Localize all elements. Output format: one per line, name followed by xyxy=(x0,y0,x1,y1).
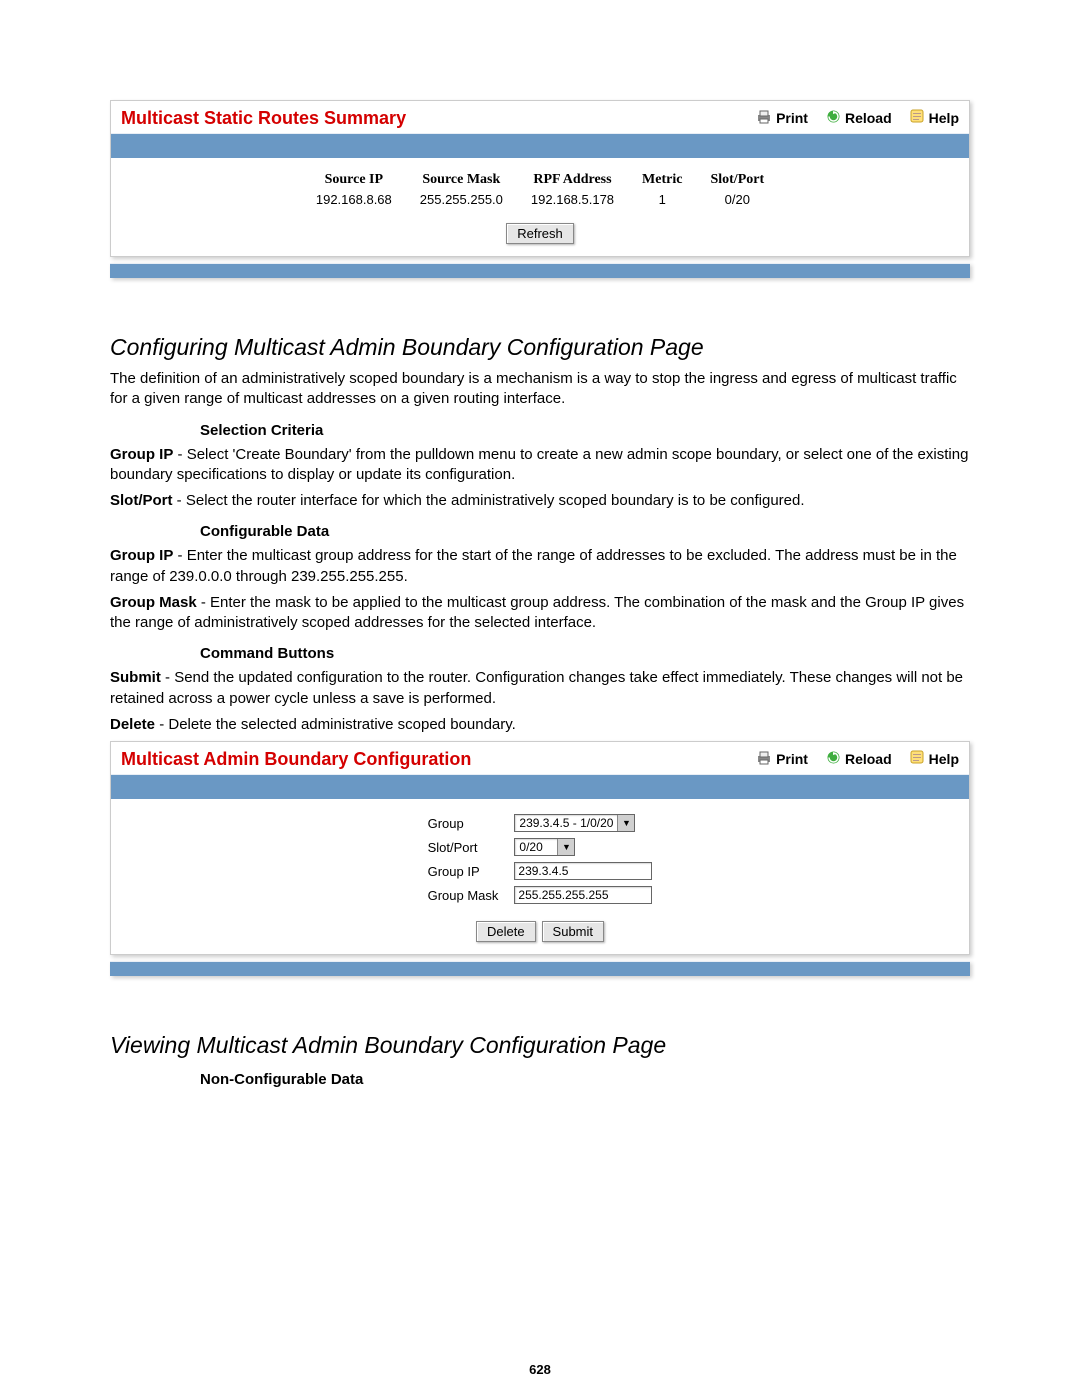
panel-titlebar: Multicast Admin Boundary Configuration P… xyxy=(111,742,969,774)
accent-bar xyxy=(111,133,969,158)
page-number: 628 xyxy=(0,1362,1080,1377)
desc-submit: Send the updated configuration to the ro… xyxy=(110,669,963,706)
label-slotport: Slot/Port xyxy=(420,835,507,859)
col-slot-port: Slot/Port xyxy=(696,170,778,190)
submit-button[interactable]: Submit xyxy=(542,921,604,942)
chevron-down-icon: ▼ xyxy=(617,815,634,831)
panel-title: Multicast Admin Boundary Configuration xyxy=(121,749,738,770)
help-label: Help xyxy=(929,751,959,767)
slotport-select[interactable]: 0/20 ▼ xyxy=(514,838,575,856)
term-group-ip: Group IP xyxy=(110,446,173,463)
panel-titlebar: Multicast Static Routes Summary Print Re… xyxy=(111,101,969,133)
section-heading: Viewing Multicast Admin Boundary Configu… xyxy=(110,1032,970,1059)
subhead-nonconfigurable-data: Non-Configurable Data xyxy=(200,1071,970,1088)
col-metric: Metric xyxy=(628,170,696,190)
accent-bar-bottom xyxy=(110,961,970,976)
col-source-ip: Source IP xyxy=(302,170,406,190)
item-groupip-cfg: Group IP - Enter the multicast group add… xyxy=(110,546,970,587)
reload-icon xyxy=(826,750,841,768)
term-group-mask: Group Mask xyxy=(110,594,197,611)
panel-body: Group 239.3.4.5 - 1/0/20 ▼ Slot/Port 0/2… xyxy=(111,799,969,954)
item-groupip-sel: Group IP - Select 'Create Boundary' from… xyxy=(110,445,970,486)
panel-body: Source IP Source Mask RPF Address Metric… xyxy=(111,158,969,256)
cell-rpf-address: 192.168.5.178 xyxy=(517,190,628,209)
print-icon xyxy=(756,110,772,127)
slotport-select-value: 0/20 xyxy=(515,839,557,855)
cell-slot-port: 0/20 xyxy=(696,190,778,209)
table-row: 192.168.8.68 255.255.255.0 192.168.5.178… xyxy=(302,190,778,209)
print-label: Print xyxy=(776,751,808,767)
item-delete: Delete - Delete the selected administrat… xyxy=(110,715,970,735)
item-submit: Submit - Send the updated configuration … xyxy=(110,668,970,709)
cell-source-mask: 255.255.255.0 xyxy=(406,190,517,209)
label-group: Group xyxy=(420,811,507,835)
help-icon xyxy=(910,109,925,127)
chevron-down-icon: ▼ xyxy=(557,839,574,855)
help-label: Help xyxy=(929,110,959,126)
accent-bar xyxy=(111,774,969,799)
cell-metric: 1 xyxy=(628,190,696,209)
desc-groupip-sel: Select 'Create Boundary' from the pulldo… xyxy=(110,446,968,483)
print-button[interactable]: Print xyxy=(756,751,808,768)
desc-groupip-cfg: Enter the multicast group address for th… xyxy=(110,547,957,584)
reload-icon xyxy=(826,109,841,127)
accent-bar-bottom xyxy=(110,263,970,278)
reload-label: Reload xyxy=(845,110,892,126)
reload-label: Reload xyxy=(845,751,892,767)
desc-groupmask-cfg: Enter the mask to be applied to the mult… xyxy=(110,594,964,631)
routes-table: Source IP Source Mask RPF Address Metric… xyxy=(302,170,778,209)
print-button[interactable]: Print xyxy=(756,110,808,127)
panel-title: Multicast Static Routes Summary xyxy=(121,108,738,129)
delete-button[interactable]: Delete xyxy=(476,921,536,942)
groupip-input[interactable] xyxy=(514,862,652,880)
col-rpf-address: RPF Address xyxy=(517,170,628,190)
intro-text: The definition of an administratively sc… xyxy=(110,369,970,410)
label-groupmask: Group Mask xyxy=(420,883,507,907)
help-button[interactable]: Help xyxy=(910,750,959,768)
print-icon xyxy=(756,751,772,768)
item-slotport-sel: Slot/Port - Select the router interface … xyxy=(110,491,970,511)
group-select-value: 239.3.4.5 - 1/0/20 xyxy=(515,815,617,831)
group-select[interactable]: 239.3.4.5 - 1/0/20 ▼ xyxy=(514,814,635,832)
subhead-selection-criteria: Selection Criteria xyxy=(200,422,970,439)
desc-delete: Delete the selected administrative scope… xyxy=(168,716,515,733)
term-delete: Delete xyxy=(110,716,155,733)
subhead-command-buttons: Command Buttons xyxy=(200,645,970,662)
routes-summary-panel: Multicast Static Routes Summary Print Re… xyxy=(110,100,970,257)
boundary-config-panel: Multicast Admin Boundary Configuration P… xyxy=(110,741,970,955)
col-source-mask: Source Mask xyxy=(406,170,517,190)
help-button[interactable]: Help xyxy=(910,109,959,127)
cell-source-ip: 192.168.8.68 xyxy=(302,190,406,209)
reload-button[interactable]: Reload xyxy=(826,750,892,768)
refresh-button[interactable]: Refresh xyxy=(506,223,574,244)
term-slot-port: Slot/Port xyxy=(110,492,173,509)
item-groupmask-cfg: Group Mask - Enter the mask to be applie… xyxy=(110,593,970,634)
print-label: Print xyxy=(776,110,808,126)
config-form: Group 239.3.4.5 - 1/0/20 ▼ Slot/Port 0/2… xyxy=(420,811,661,907)
reload-button[interactable]: Reload xyxy=(826,109,892,127)
groupmask-input[interactable] xyxy=(514,886,652,904)
subhead-configurable-data: Configurable Data xyxy=(200,523,970,540)
term-submit: Submit xyxy=(110,669,161,686)
desc-slotport-sel: Select the router interface for which th… xyxy=(186,492,805,509)
label-groupip: Group IP xyxy=(420,859,507,883)
help-icon xyxy=(910,750,925,768)
section-heading: Configuring Multicast Admin Boundary Con… xyxy=(110,334,970,361)
term-group-ip2: Group IP xyxy=(110,547,173,564)
